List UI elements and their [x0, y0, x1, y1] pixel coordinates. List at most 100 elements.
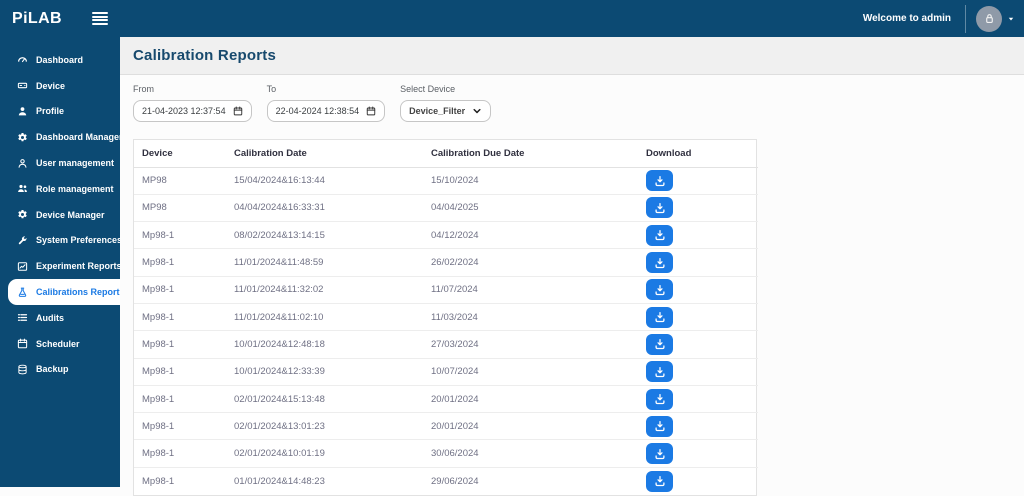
sidebar-item-label: Experiment Reports [36, 261, 122, 272]
download-icon [654, 202, 666, 214]
calibration-date-cell: 08/02/2024&13:14:15 [234, 221, 431, 249]
device-cell: Mp98-1 [134, 275, 234, 304]
sidebar-item-label: Device Manager [36, 209, 105, 220]
sidebar-item-device-manager[interactable]: Device Manager [0, 202, 120, 228]
sidebar-item-label: Calibrations Report [36, 287, 120, 298]
hamburger-icon[interactable] [92, 12, 108, 25]
device-icon [17, 80, 28, 91]
download-button[interactable] [646, 415, 673, 437]
download-button[interactable] [646, 361, 673, 383]
download-button[interactable] [646, 470, 673, 492]
to-label: To [266, 84, 277, 94]
sidebar-item-label: System Preferences [36, 235, 123, 246]
gear-icon [17, 132, 28, 143]
calendar-icon[interactable] [233, 106, 243, 116]
calibration-due-date-cell: 10/07/2024 [431, 357, 646, 386]
calibration-due-date-cell: 29/06/2024 [431, 466, 646, 495]
gauge-icon [17, 54, 28, 65]
device-cell: MP98 [134, 193, 234, 222]
device-cell: Mp98-1 [134, 357, 234, 386]
download-button[interactable] [646, 388, 673, 410]
calibration-date-cell: 11/01/2024&11:32:02 [234, 275, 431, 304]
calibration-date-cell: 02/01/2024&15:13:48 [234, 384, 431, 413]
list-icon [17, 312, 28, 323]
title-bar: Calibration Reports [120, 37, 1024, 75]
sidebar-item-profile[interactable]: Profile [0, 99, 120, 125]
calibration-date-cell: 01/01/2024&14:48:23 [234, 466, 431, 495]
calibration-date-cell: 02/01/2024&13:01:23 [234, 412, 431, 440]
column-header-device: Device [134, 140, 234, 168]
download-button[interactable] [646, 306, 673, 328]
calibration-date-cell: 11/01/2024&11:02:10 [234, 302, 431, 331]
sidebar-item-experiment-reports[interactable]: Experiment Reports [0, 253, 122, 279]
filter-bar: From 21-04-2023 12:37:54 To 22-04-2024 1… [133, 84, 1011, 122]
main-content: Calibration Reports From 21-04-2023 12:3… [120, 37, 1024, 496]
calibration-due-date-cell: 11/03/2024 [431, 302, 646, 331]
sidebar-item-audits[interactable]: Audits [0, 305, 120, 331]
top-navbar: PiLAB Welcome to admin [0, 0, 1024, 37]
sidebar-item-system-preferences[interactable]: System Preferences [0, 228, 123, 254]
sidebar-item-dashboard-manager[interactable]: Dashboard Manager [0, 124, 123, 150]
download-icon [654, 284, 666, 296]
download-button[interactable] [646, 170, 673, 192]
calibration-date-cell: 10/01/2024&12:48:18 [234, 330, 431, 359]
table-row: MP98 04/04/2024&16:33:31 04/04/2025 [134, 193, 758, 222]
user-menu-caret[interactable] [1007, 15, 1015, 23]
sidebar-item-role-management[interactable]: Role management [0, 176, 120, 202]
chevron-down-icon [472, 106, 482, 116]
download-icon [654, 338, 666, 350]
flask-icon [17, 287, 28, 298]
sidebar-item-device[interactable]: Device [0, 73, 120, 99]
column-header-download: Download [646, 140, 758, 168]
download-button[interactable] [646, 279, 673, 301]
table-row: Mp98-1 01/01/2024&14:48:23 29/06/2024 [134, 466, 758, 495]
download-button[interactable] [646, 443, 673, 465]
sidebar-item-dashboard[interactable]: Dashboard [0, 47, 120, 73]
sidebar-item-backup[interactable]: Backup [0, 357, 120, 383]
sidebar-item-user-management[interactable]: User management [0, 150, 120, 176]
download-icon [654, 393, 666, 405]
sidebar-item-label: Scheduler [36, 338, 80, 349]
column-header-calibration-date: Calibration Date [234, 140, 431, 168]
sidebar-item-label: Audits [36, 312, 64, 323]
download-button[interactable] [646, 197, 673, 219]
sidebar-item-label: Role management [36, 183, 114, 194]
user-avatar[interactable] [976, 5, 1002, 32]
calibration-date-cell: 15/04/2024&16:13:44 [234, 175, 325, 187]
sidebar-item-label: Profile [36, 106, 65, 117]
table-header-row: Device Calibration Date Calibration Due Da… [134, 140, 758, 168]
download-button[interactable] [646, 252, 673, 274]
calibration-due-date-cell: 26/02/2024 [431, 248, 646, 277]
sidebar: Dashboard Device Profile Dashboard Manag… [0, 37, 123, 487]
table-row: Mp98-1 02/01/2024&15:13:48 20/01/2024 [134, 384, 758, 413]
calibration-due-date-cell: 30/06/2024 [431, 439, 646, 468]
calendar-icon[interactable] [366, 106, 376, 116]
from-label: From [133, 84, 154, 94]
calibration-date-cell: 02/01/2024&10:01:19 [234, 439, 431, 468]
from-date-input[interactable]: 21-04-2023 12:37:54 [133, 100, 252, 122]
sidebar-item-label: Device [36, 80, 66, 91]
sidebar-item-label: Dashboard [36, 54, 84, 65]
device-filter-value: Device_Filter [409, 106, 466, 116]
table-row: Mp98-1 11/01/2024&11:48:59 26/02/2024 [134, 248, 758, 277]
download-icon [654, 257, 666, 269]
device-cell: Mp98-1 [134, 221, 234, 249]
to-date-input[interactable]: 22-04-2024 12:38:54 [266, 100, 386, 122]
calibration-date-cell: 04/04/2024&16:33:31 [234, 193, 431, 222]
download-button[interactable] [646, 224, 673, 246]
table-row: Mp98-1 10/01/2024&12:48:18 27/03/2024 [134, 330, 758, 359]
calibration-due-date-cell: 15/10/2024 [431, 175, 479, 187]
sidebar-item-calibrations-report[interactable]: Calibrations Report [8, 279, 120, 305]
table-row: Mp98-1 11/01/2024&11:32:02 11/07/2024 [134, 275, 758, 304]
from-date-value: 21-04-2023 12:37:54 [142, 106, 226, 116]
calendar-icon [17, 338, 28, 349]
wrench-icon [17, 235, 28, 246]
download-button[interactable] [646, 333, 673, 355]
download-icon [654, 311, 666, 323]
sidebar-item-scheduler[interactable]: Scheduler [0, 331, 120, 357]
calibration-date-cell: 10/01/2024&12:33:39 [234, 357, 431, 386]
device-cell: Mp98-1 [134, 302, 234, 331]
device-filter-select[interactable]: Device_Filter [400, 100, 492, 122]
device-cell: Mp98-1 [134, 439, 234, 468]
download-icon [654, 420, 666, 432]
